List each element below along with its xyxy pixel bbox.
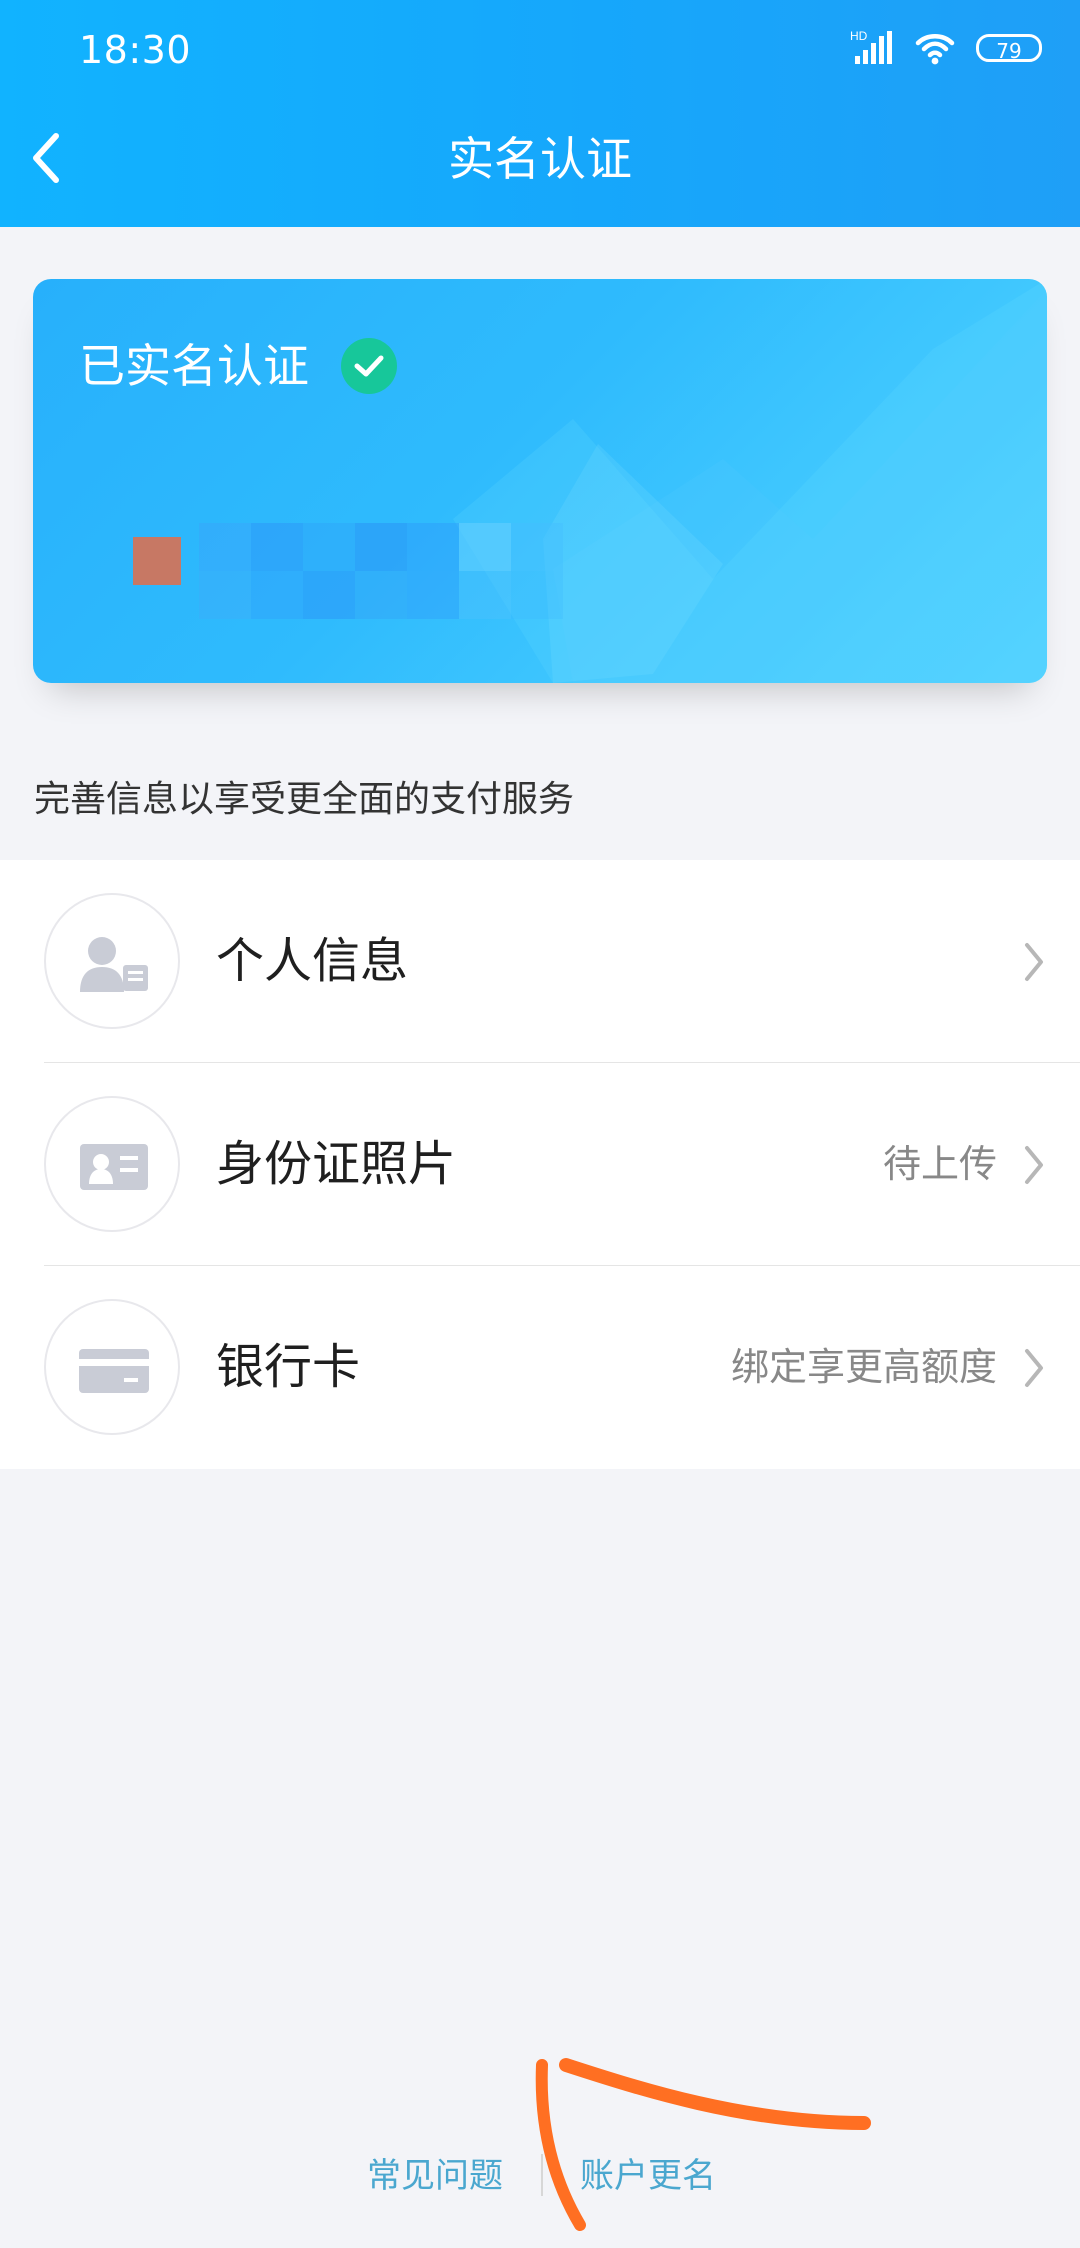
- signal-icon: HD: [850, 30, 894, 66]
- chevron-right-icon: [1025, 1146, 1043, 1184]
- user-card-icon: [44, 893, 180, 1029]
- check-circle-icon: [341, 338, 397, 394]
- faq-link[interactable]: 常见问题: [367, 2146, 503, 2206]
- orange-handwritten-arrow: [535, 2058, 871, 2231]
- status-icons: HD 79: [850, 26, 1042, 70]
- menu-item-personal-info[interactable]: 个人信息: [0, 860, 1080, 1063]
- menu-item-id-photo[interactable]: 身份证照片 待上传: [0, 1063, 1080, 1266]
- chevron-right-icon: [1025, 943, 1043, 981]
- menu-item-label: 银行卡: [216, 1339, 361, 1395]
- footer-divider: [541, 2154, 543, 2196]
- header: 18:30 HD 79 实名认证: [0, 0, 1080, 227]
- hd-label: HD: [850, 30, 868, 43]
- battery-icon: 79: [976, 34, 1042, 63]
- menu-item-label: 个人信息: [216, 933, 409, 989]
- page-title: 实名认证: [448, 132, 632, 186]
- status-time: 18:30: [79, 28, 192, 72]
- account-rename-link[interactable]: 账户更名: [580, 2146, 716, 2206]
- footer-links: 常见问题 账户更名: [0, 2146, 1080, 2206]
- verification-card: 已实名认证: [33, 279, 1047, 683]
- menu-item-label: 身份证照片: [216, 1136, 457, 1192]
- masked-identity-mosaic: [133, 523, 563, 619]
- verification-menu: 个人信息 身份证照片 待上传 银行卡 绑定享更高额度: [0, 860, 1080, 1469]
- wifi-icon: [914, 31, 956, 65]
- verified-status-text: 已实名认证: [79, 339, 309, 393]
- section-tip: 完善信息以享受更全面的支付服务: [34, 779, 575, 820]
- menu-item-bank-card[interactable]: 银行卡 绑定享更高额度: [0, 1266, 1080, 1469]
- bank-card-icon: [44, 1299, 180, 1435]
- id-card-icon: [44, 1096, 180, 1232]
- menu-item-hint: 绑定享更高额度: [730, 1345, 997, 1389]
- chevron-right-icon: [1025, 1349, 1043, 1387]
- menu-item-hint: 待上传: [882, 1142, 997, 1186]
